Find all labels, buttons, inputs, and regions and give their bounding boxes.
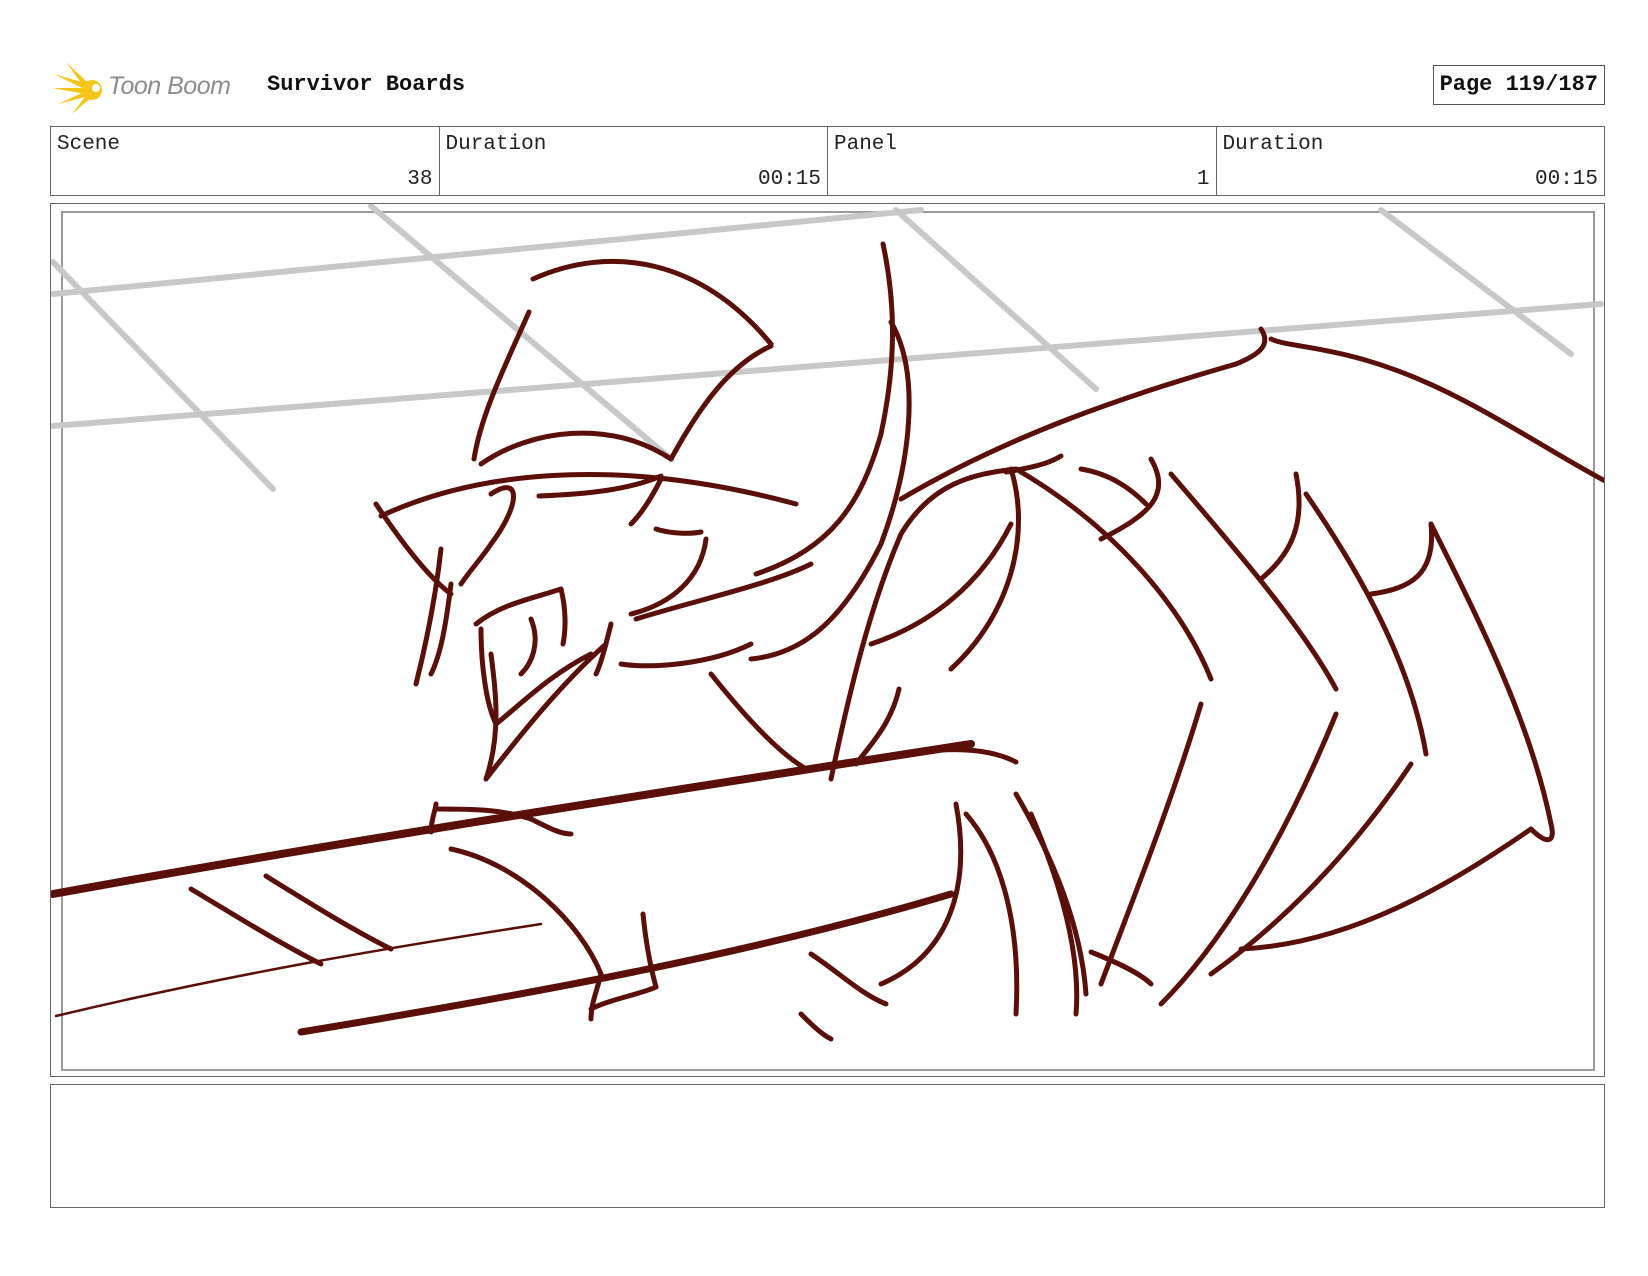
- header: Toon Boom Survivor Boards Page 119/187: [50, 58, 1605, 114]
- scene-cell: Scene 38: [51, 127, 440, 195]
- panel-duration-label: Duration: [1222, 133, 1324, 156]
- panel-sketch: [51, 204, 1604, 1071]
- star-burst-icon: [52, 62, 102, 114]
- perspective-guides: [51, 204, 1604, 492]
- info-table: Scene 38 Duration 00:15 Panel 1 Duration…: [50, 126, 1605, 196]
- scene-value: 38: [407, 168, 433, 191]
- toon-boom-logo: Toon Boom: [52, 60, 252, 116]
- safe-frame: [61, 211, 1595, 1071]
- scene-duration-label: Duration: [445, 133, 547, 156]
- panel-notes-box: [50, 1084, 1605, 1208]
- scene-label: Scene: [57, 133, 121, 156]
- scene-duration-value: 00:15: [757, 168, 821, 191]
- panel-label: Panel: [834, 133, 898, 156]
- panel-cell: Panel 1: [828, 127, 1217, 195]
- panel-duration-value: 00:15: [1534, 168, 1598, 191]
- scene-duration-cell: Duration 00:15: [440, 127, 828, 195]
- document-title: Survivor Boards: [267, 72, 466, 97]
- panel-duration-cell: Duration 00:15: [1217, 127, 1605, 195]
- storyboard-panel: [50, 203, 1605, 1077]
- panel-value: 1: [1196, 168, 1210, 191]
- logo-text: Toon Boom: [108, 72, 231, 100]
- page-indicator: Page 119/187: [1432, 65, 1605, 105]
